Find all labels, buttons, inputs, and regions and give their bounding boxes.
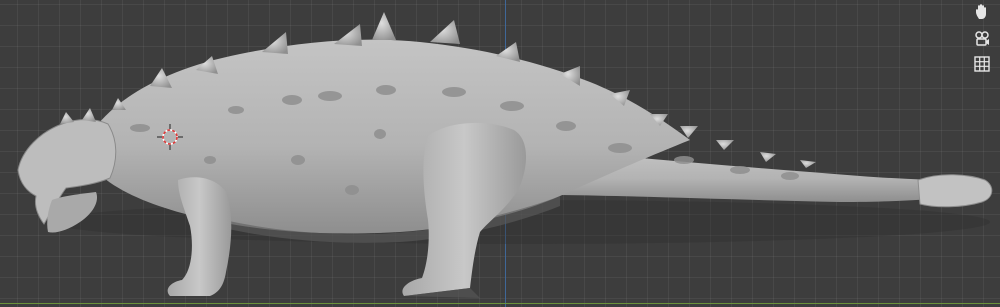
hand-pan-icon[interactable] xyxy=(970,0,994,24)
navigation-gizmo xyxy=(970,0,996,76)
model-head-horn xyxy=(82,108,96,122)
3d-cursor-icon xyxy=(157,124,183,150)
model-head-horn xyxy=(60,112,74,124)
sculpted-model[interactable] xyxy=(0,0,1000,307)
camera-view-icon[interactable] xyxy=(970,26,994,50)
grid-toggle-icon[interactable] xyxy=(970,52,994,76)
model-tail-club xyxy=(917,174,993,208)
3d-viewport[interactable] xyxy=(0,0,1000,307)
